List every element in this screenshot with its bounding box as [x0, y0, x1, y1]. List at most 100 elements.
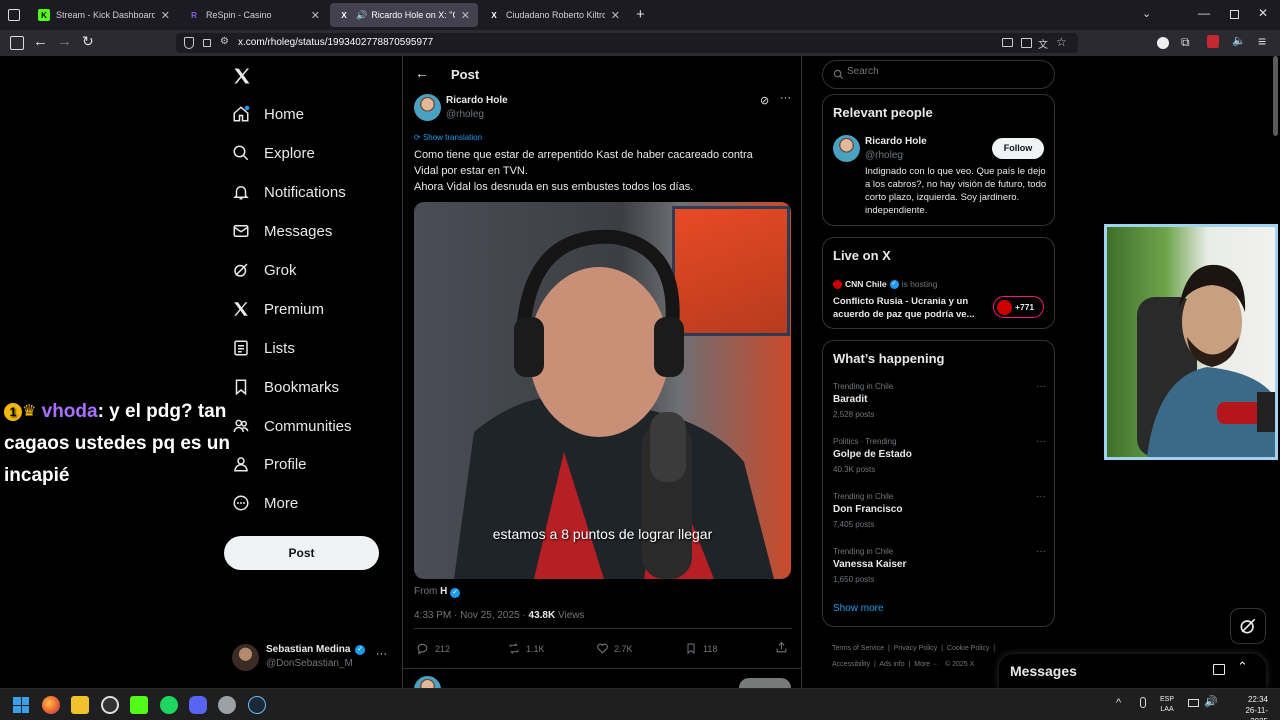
more-dots-icon[interactable]: ···: [1036, 491, 1046, 502]
back-icon[interactable]: ←: [415, 65, 429, 81]
address-bar[interactable]: ⚙ x.com/rholeg/status/199340277887059597…: [176, 33, 1078, 53]
search-input[interactable]: [847, 66, 1047, 77]
more-dots-icon[interactable]: ···: [780, 92, 791, 104]
new-message-icon[interactable]: [1213, 664, 1225, 675]
reply-button[interactable]: 212: [416, 642, 450, 655]
settings-gear-icon[interactable]: [218, 696, 236, 714]
avatar[interactable]: [833, 135, 860, 162]
trend-item[interactable]: Trending in Chile Baradit 2,528 posts ··…: [823, 379, 1056, 431]
reload-icon[interactable]: ↻: [82, 33, 96, 49]
tab-list-icon[interactable]: [8, 9, 20, 21]
extensions-icon[interactable]: ⧉: [1181, 35, 1190, 50]
restore-window-button[interactable]: [1230, 10, 1239, 19]
extension-red-icon[interactable]: [1207, 35, 1219, 48]
firefox-icon[interactable]: [42, 696, 60, 714]
grok-float-button[interactable]: [1230, 608, 1266, 644]
file-explorer-icon[interactable]: [71, 696, 89, 714]
more-dots-icon[interactable]: ···: [1036, 546, 1046, 557]
nav-messages[interactable]: Messages: [232, 216, 332, 246]
close-tab-icon[interactable]: ✕: [311, 9, 320, 22]
close-tab-icon[interactable]: ✕: [611, 9, 620, 22]
more-dots-icon[interactable]: ···: [376, 648, 387, 660]
bookmark-star-icon[interactable]: ☆: [1056, 35, 1067, 49]
trend-item[interactable]: Trending in Chile Don Francisco 7,405 po…: [823, 489, 1056, 541]
close-tab-icon[interactable]: ✕: [461, 9, 470, 22]
share-button[interactable]: [775, 641, 788, 654]
lock-icon[interactable]: [203, 39, 211, 47]
trend-item[interactable]: Politics · Trending Golpe de Estado 40.3…: [823, 434, 1056, 486]
footer-link[interactable]: Accessibility: [832, 661, 870, 668]
screenshot-icon[interactable]: [1002, 38, 1013, 47]
footer-link[interactable]: Cookie Policy: [947, 645, 989, 652]
live-host-row[interactable]: CNN Chile ✓ is hosting: [833, 279, 937, 289]
display-icon[interactable]: [1188, 699, 1199, 707]
nav-lists[interactable]: Lists: [232, 333, 295, 363]
person-name[interactable]: Ricardo Hole: [865, 136, 927, 147]
account-switcher[interactable]: Sebastian Medina ✓ @DonSebastian_M ···: [232, 642, 400, 676]
reply-submit-button[interactable]: [739, 678, 791, 688]
show-translation-link[interactable]: ⟳ Show translation: [414, 133, 482, 142]
shield-icon[interactable]: [184, 37, 194, 49]
clock[interactable]: 22:34 26-11-2025: [1232, 694, 1268, 720]
new-tab-button[interactable]: +: [636, 6, 645, 23]
translate-icon[interactable]: 文: [1038, 36, 1048, 51]
repost-button[interactable]: 1.1K: [507, 642, 545, 655]
nav-notifications[interactable]: Notifications: [232, 177, 346, 207]
list-all-tabs-icon[interactable]: ⌄: [1142, 7, 1151, 20]
speaker-icon[interactable]: 🔊: [356, 10, 367, 21]
back-icon[interactable]: ←: [33, 33, 48, 50]
footer-link[interactable]: Privacy Policy: [894, 645, 938, 652]
steam-icon[interactable]: [248, 696, 266, 714]
tab-ricardo-hole[interactable]: X 🔊 Ricardo Hole on X: "Como ✕: [330, 3, 478, 27]
post-button[interactable]: Post: [224, 536, 379, 570]
footer-link[interactable]: More ···: [914, 661, 939, 668]
footer-link[interactable]: Ads info: [879, 661, 904, 668]
author-handle[interactable]: @rholeg: [446, 109, 484, 120]
page-scrollbar[interactable]: [1273, 56, 1278, 136]
more-dots-icon[interactable]: ···: [1036, 436, 1046, 447]
nav-home[interactable]: Home: [232, 99, 304, 129]
nav-premium[interactable]: Premium: [232, 294, 324, 324]
forward-icon[interactable]: →: [57, 33, 72, 50]
more-dots-icon[interactable]: ···: [1036, 381, 1046, 392]
app-menu-icon[interactable]: ≡: [1258, 33, 1266, 49]
footer-link[interactable]: Terms of Service: [832, 645, 884, 652]
spotify-icon[interactable]: [160, 696, 178, 714]
tab-kick-dashboard[interactable]: K Stream - Kick Dashboard ✕: [30, 3, 178, 27]
volume-tray-icon[interactable]: 🔊: [1204, 695, 1218, 708]
account-icon[interactable]: [1157, 37, 1169, 49]
nav-explore[interactable]: Explore: [232, 138, 315, 168]
messages-drawer[interactable]: Messages ⌃: [999, 654, 1266, 688]
search-box[interactable]: [822, 60, 1055, 89]
nav-grok[interactable]: Grok: [232, 255, 297, 285]
close-window-button[interactable]: ✕: [1258, 6, 1268, 20]
close-tab-icon[interactable]: ✕: [161, 9, 170, 22]
trend-item[interactable]: Trending in Chile Vanessa Kaiser 1,650 p…: [823, 544, 1056, 596]
tab-roberto-kiltro[interactable]: X Ciudadano Roberto Kiltro on X: ✕: [480, 3, 628, 27]
tray-chevron-up-icon[interactable]: ^: [1116, 697, 1121, 709]
person-handle[interactable]: @rholeg: [865, 150, 903, 161]
tab-respin-casino[interactable]: R ReSpin - Casino ✕: [180, 3, 328, 27]
from-source-link[interactable]: H: [440, 586, 447, 597]
discord-icon[interactable]: [189, 696, 207, 714]
sidebar-icon[interactable]: [10, 36, 24, 50]
avatar[interactable]: [414, 94, 441, 121]
bookmark-button[interactable]: 118: [685, 642, 717, 655]
reader-view-icon[interactable]: [1021, 38, 1032, 48]
author-name[interactable]: Ricardo Hole: [446, 95, 508, 106]
language-indicator[interactable]: ESP LAA: [1160, 695, 1174, 715]
microphone-icon[interactable]: [1140, 697, 1146, 708]
chevron-up-icon[interactable]: ⌃: [1237, 659, 1248, 675]
kick-app-icon[interactable]: [130, 696, 148, 714]
follow-button[interactable]: Follow: [992, 138, 1044, 159]
grok-icon[interactable]: ⊘: [760, 94, 769, 107]
post-video[interactable]: estamos a 8 puntos de lograr llegar: [414, 202, 791, 579]
nav-more[interactable]: More: [232, 488, 298, 518]
show-more-link[interactable]: Show more: [833, 603, 884, 614]
live-listeners-pill[interactable]: +771: [993, 296, 1044, 318]
minimize-window-button[interactable]: —: [1198, 6, 1210, 20]
timestamp-text[interactable]: 4:33 PM · Nov 25, 2025 ·: [414, 610, 529, 621]
live-title[interactable]: Conflicto Rusia - Ucrania y un acuerdo d…: [833, 295, 988, 321]
x-logo-icon[interactable]: [232, 66, 252, 86]
volume-icon[interactable]: 🔈: [1232, 34, 1246, 47]
